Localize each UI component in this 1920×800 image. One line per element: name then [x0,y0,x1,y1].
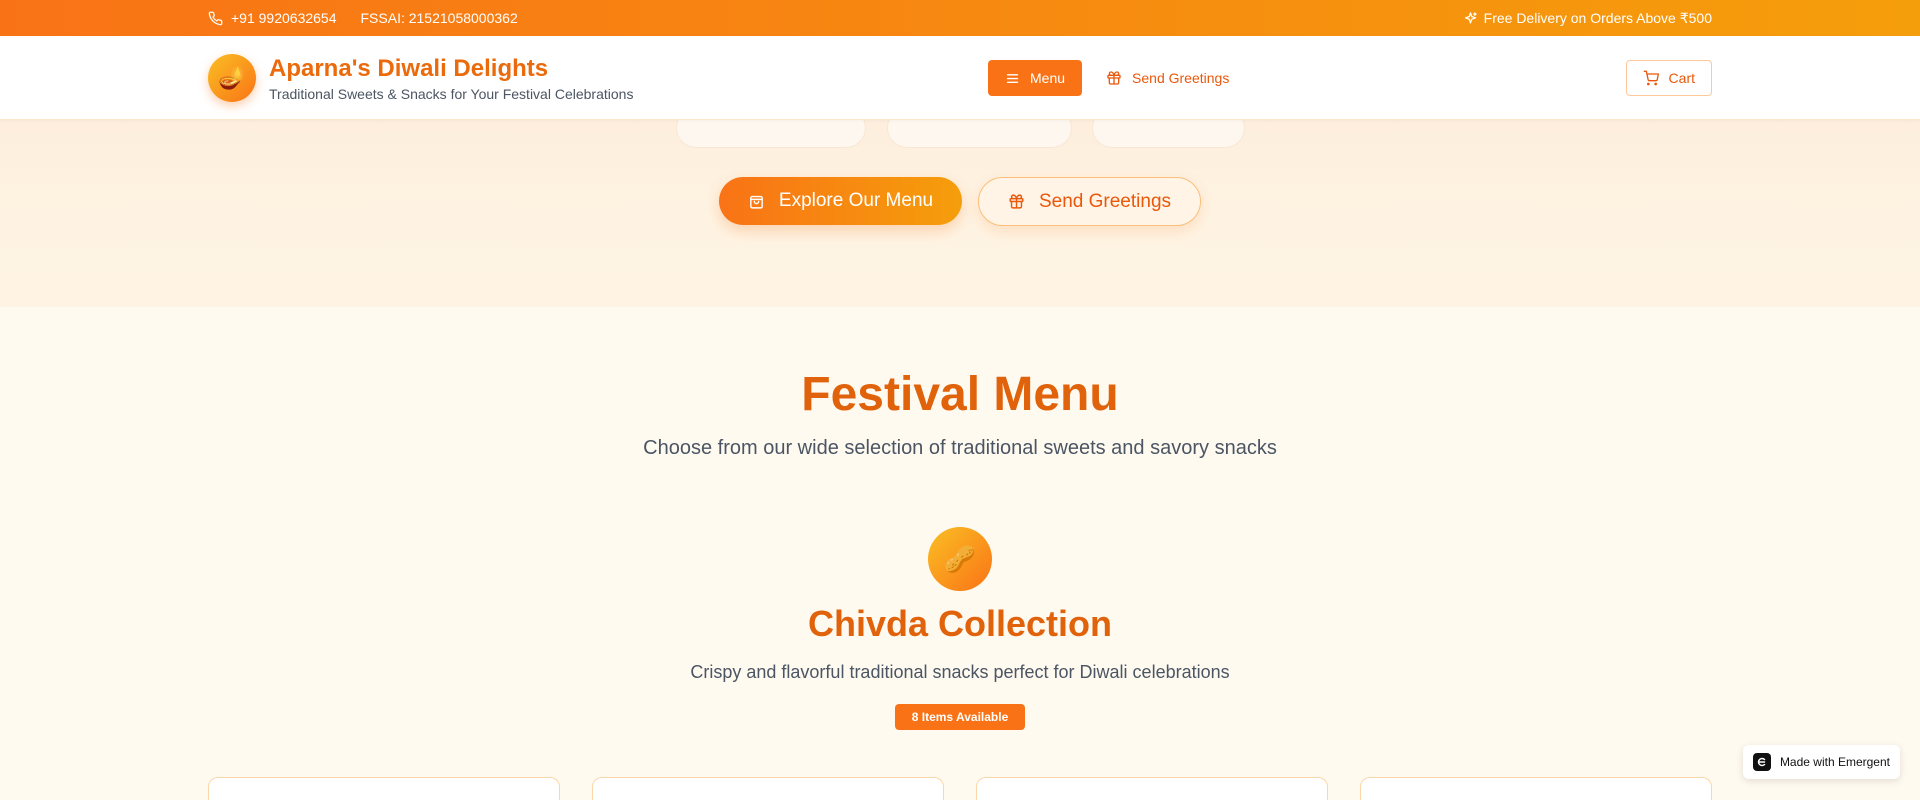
cart-button[interactable]: Cart [1625,60,1712,96]
category-subtitle: Crispy and flavorful traditional snacks … [690,662,1230,682]
menu-button-label: Menu [1030,70,1066,86]
explore-menu-label: Explore Our Menu [778,190,934,211]
fssai-number: FSSAI: 21521058000362 [360,10,518,26]
product-card[interactable] [1360,777,1712,800]
festival-menu-title: Festival Menu [801,368,1119,421]
main-nav: Menu Send Greetings [988,60,1233,96]
menu-icon [1005,71,1020,86]
free-delivery-text: Free Delivery on Orders Above ₹500 [1483,9,1712,26]
category-title: Chivda Collection [807,603,1113,644]
send-greetings-hero-label: Send Greetings [1038,190,1172,212]
brand[interactable]: 🪔 Aparna's Diwali Delights Traditional S… [208,54,633,102]
phone-contact[interactable]: +91 9920632654 [208,10,337,26]
peanut-icon: 🥜 [928,527,992,591]
brand-subtitle: Traditional Sweets & Snacks for Your Fes… [269,85,634,102]
made-with-label: Made with Emergent [1779,755,1890,769]
send-greetings-nav-label: Send Greetings [1132,70,1230,86]
festival-menu-section: Festival Menu Choose from our wide selec… [0,307,1920,800]
product-card[interactable] [592,777,944,800]
product-card[interactable] [208,777,560,800]
gift-icon [1008,193,1025,210]
top-info-bar: +91 9920632654 FSSAI: 21521058000362 Fre… [0,0,1920,36]
cart-label: Cart [1668,70,1695,86]
menu-button[interactable]: Menu [988,60,1083,96]
festival-menu-subtitle: Choose from our wide selection of tradit… [643,437,1277,459]
brand-title: Aparna's Diwali Delights [269,54,549,82]
phone-icon [208,11,223,26]
product-card[interactable] [976,777,1328,800]
product-grid [208,777,1712,800]
phone-number: +91 9920632654 [231,10,337,26]
send-greetings-hero-button[interactable]: Send Greetings [978,177,1201,226]
gift-icon [1106,70,1122,86]
emergent-logo-icon [1752,753,1771,771]
shopping-bag-icon [748,193,765,210]
made-with-emergent-badge[interactable]: Made with Emergent [1742,745,1900,779]
sparkles-icon [1463,11,1478,26]
diya-logo-icon: 🪔 [208,54,256,102]
shopping-cart-icon [1643,70,1659,86]
items-available-badge: 8 Items Available [895,704,1025,730]
explore-menu-button[interactable]: Explore Our Menu [719,177,962,225]
site-header: 🪔 Aparna's Diwali Delights Traditional S… [0,36,1920,120]
send-greetings-nav-button[interactable]: Send Greetings [1102,60,1233,96]
hero-section: Explore Our Menu Send Greetings [0,108,1920,307]
